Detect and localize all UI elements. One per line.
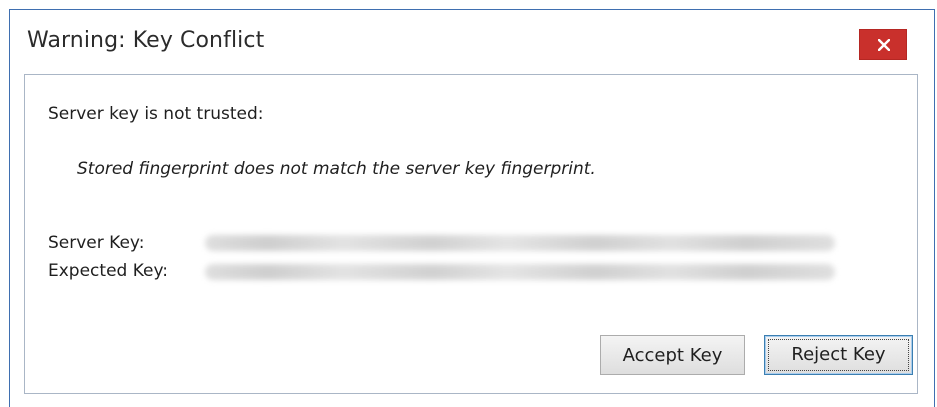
key-conflict-dialog: Warning: Key Conflict Server key is not … [9,9,935,407]
close-icon [878,39,890,51]
expected-key-value-redacted [205,264,835,280]
reject-key-button[interactable]: Reject Key [764,335,913,375]
title-bar[interactable]: Warning: Key Conflict [10,10,934,72]
trust-heading: Server key is not trusted: [48,104,264,124]
server-key-value-redacted [205,235,835,251]
focus-ring [768,339,909,371]
fingerprint-message: Stored fingerprint does not match the se… [77,159,596,179]
accept-key-button[interactable]: Accept Key [600,335,745,375]
dialog-title: Warning: Key Conflict [27,28,265,53]
close-button[interactable] [859,29,907,60]
dialog-body: Server key is not trusted: Stored finger… [24,74,918,394]
server-key-label: Server Key: [48,233,145,253]
expected-key-label: Expected Key: [48,261,169,281]
